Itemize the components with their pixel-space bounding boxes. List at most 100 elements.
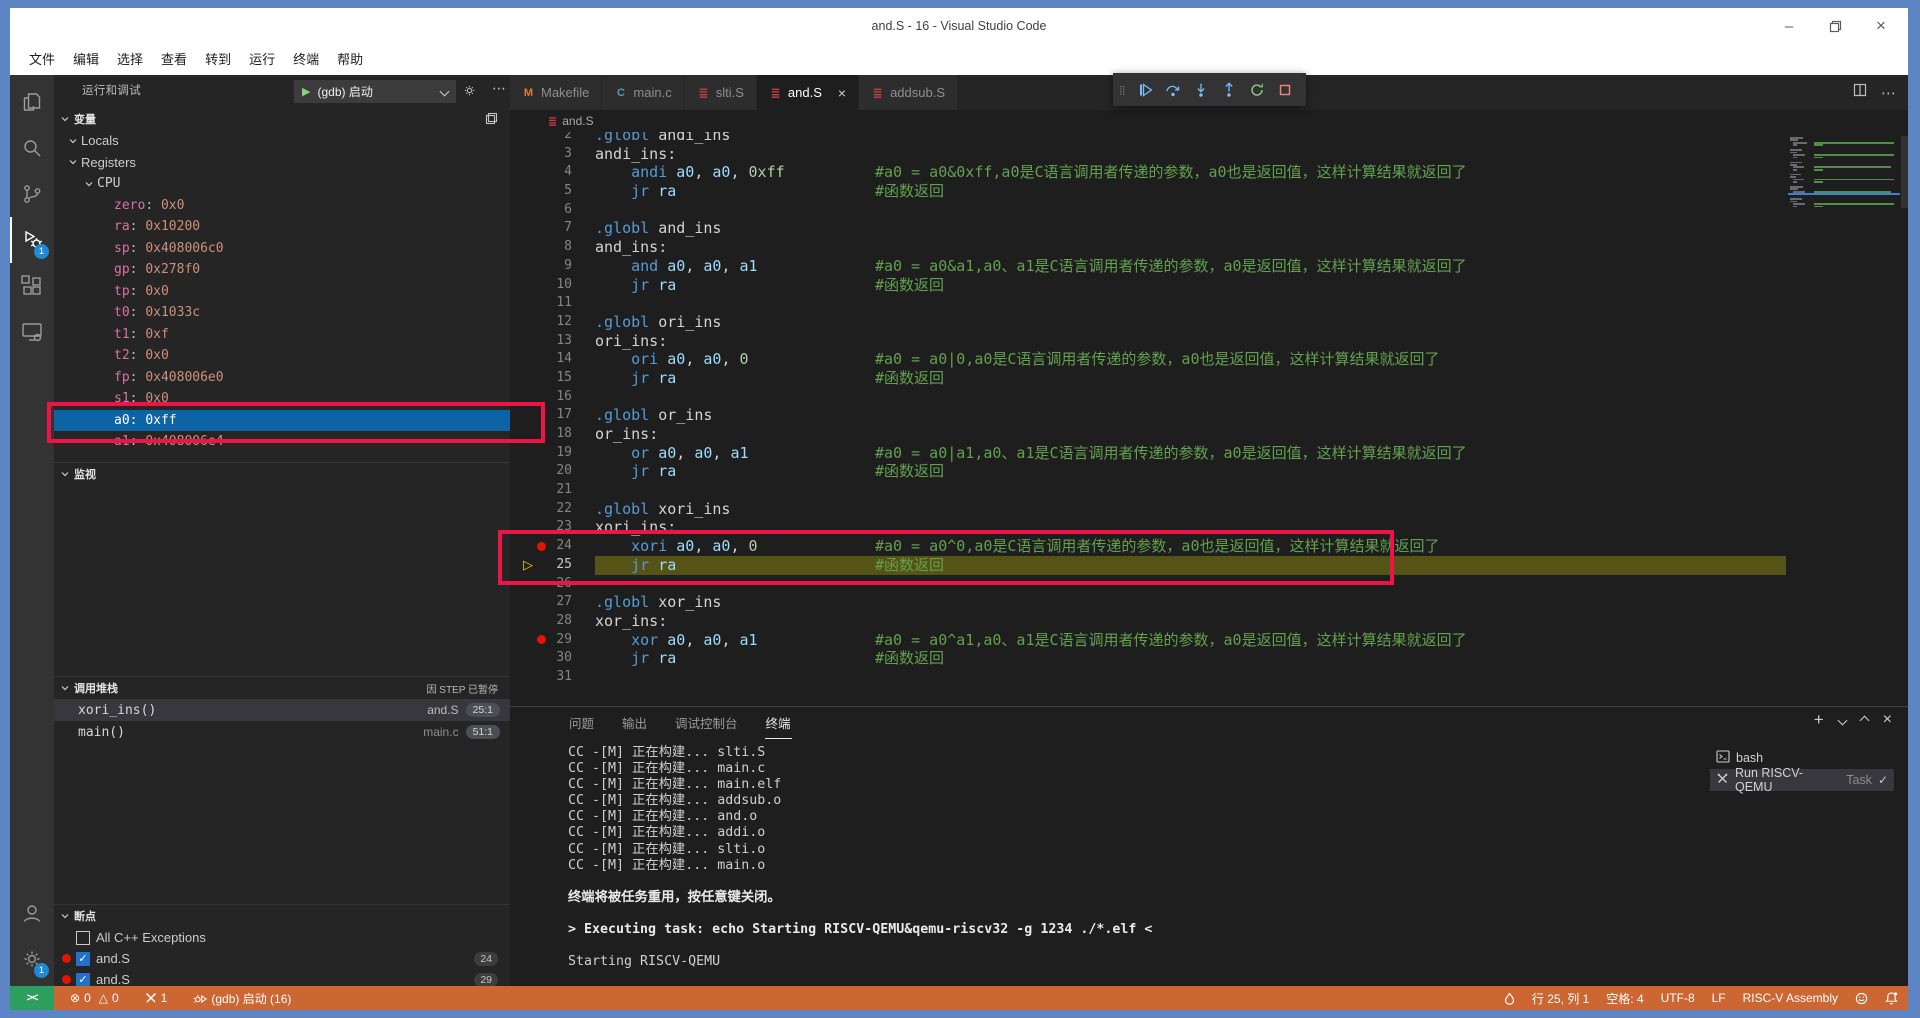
- variables-section-header[interactable]: 变量: [54, 108, 510, 130]
- run-and-debug-icon[interactable]: 1: [10, 217, 54, 263]
- gutter-space[interactable]: [532, 500, 550, 519]
- code-line-9[interactable]: 9 and a0, a0, a1#a0 = a0&a1,a0、a1是C语言调用者…: [510, 257, 1908, 276]
- register-ra[interactable]: ra: 0x10200: [54, 216, 510, 238]
- code-line-22[interactable]: 22.globl xori_ins: [510, 500, 1908, 519]
- code-line-2[interactable]: 2.globl andi_ins: [510, 132, 1908, 145]
- register-a0[interactable]: a0: 0xff: [54, 410, 510, 432]
- menu-item-查看[interactable]: 查看: [152, 44, 196, 75]
- gutter-space[interactable]: [532, 350, 550, 369]
- breakpoint-item-2[interactable]: ✓and.S29: [54, 969, 510, 986]
- start-debug-icon[interactable]: ▶: [302, 85, 310, 98]
- feedback-icon[interactable]: [1855, 992, 1868, 1005]
- gutter-space[interactable]: [532, 294, 550, 313]
- watch-section-header[interactable]: 监视: [54, 462, 510, 485]
- code-line-14[interactable]: 14 ori a0, a0, 0#a0 = a0|0,a0是C语言调用者传递的参…: [510, 350, 1908, 369]
- code-line-5[interactable]: 5 jr ra#函数返回: [510, 182, 1908, 201]
- code-line-19[interactable]: 19 or a0, a0, a1#a0 = a0|a1,a0、a1是C语言调用者…: [510, 444, 1908, 463]
- breakpoints-section-header[interactable]: 断点: [54, 904, 510, 927]
- step-into-button[interactable]: [1189, 77, 1213, 103]
- restore-button[interactable]: [1812, 8, 1858, 44]
- register-tp[interactable]: tp: 0x0: [54, 281, 510, 303]
- stack-frame-xori_ins()[interactable]: xori_ins()and.S25:1: [54, 699, 510, 721]
- new-terminal-icon[interactable]: +: [1814, 714, 1824, 726]
- breadcrumb[interactable]: ≣ and.S: [510, 110, 1908, 132]
- account-icon[interactable]: [10, 890, 54, 936]
- register-sp[interactable]: sp: 0x408006c0: [54, 238, 510, 260]
- panel-tab-终端[interactable]: 终端: [765, 707, 792, 739]
- debug-config-dropdown[interactable]: ▶ (gdb) 启动: [294, 80, 456, 103]
- code-line-4[interactable]: 4 andi a0, a0, 0xff#a0 = a0&0xff,a0是C语言调…: [510, 163, 1908, 182]
- tree-item-cpu[interactable]: CPU: [54, 173, 510, 195]
- code-editor[interactable]: 2.globl andi_ins3andi_ins:4 andi a0, a0,…: [510, 132, 1908, 706]
- debug-settings-gear-icon[interactable]: [462, 83, 477, 103]
- gutter-space[interactable]: [532, 575, 550, 594]
- breakpoint-gutter-dot[interactable]: [532, 631, 550, 650]
- panel-tab-输出[interactable]: 输出: [621, 707, 648, 738]
- breakpoint-item-1[interactable]: ✓and.S24: [54, 948, 510, 969]
- gutter-space[interactable]: [532, 668, 550, 687]
- editor-scrollbar[interactable]: [1901, 136, 1908, 208]
- encoding[interactable]: UTF-8: [1661, 991, 1695, 1005]
- code-line-21[interactable]: 21: [510, 481, 1908, 500]
- register-gp[interactable]: gp: 0x278f0: [54, 259, 510, 281]
- gutter-space[interactable]: [532, 132, 550, 145]
- tasks-status[interactable]: 1: [145, 991, 168, 1005]
- breakpoint-gutter-dot[interactable]: [532, 537, 550, 556]
- code-line-16[interactable]: 16: [510, 388, 1908, 407]
- call-stack-section-header[interactable]: 调用堆栈 因 STEP 已暂停: [54, 676, 510, 699]
- menu-item-文件[interactable]: 文件: [20, 44, 64, 75]
- continue-button[interactable]: [1133, 77, 1157, 103]
- language-mode[interactable]: RISC-V Assembly: [1743, 991, 1838, 1005]
- gutter-space[interactable]: [532, 163, 550, 182]
- code-line-11[interactable]: 11: [510, 294, 1908, 313]
- extensions-icon[interactable]: [10, 263, 54, 309]
- code-line-28[interactable]: 28xor_ins:: [510, 612, 1908, 631]
- gutter-space[interactable]: [532, 369, 550, 388]
- tab-Makefile[interactable]: MMakefile: [510, 75, 602, 110]
- maximize-panel-icon[interactable]: [1859, 715, 1869, 725]
- register-t2[interactable]: t2: 0x0: [54, 345, 510, 367]
- code-line-13[interactable]: 13ori_ins:: [510, 332, 1908, 351]
- tab-addsub.S[interactable]: ≣addsub.S: [859, 75, 958, 110]
- cursor-position[interactable]: 行 25, 列 1: [1532, 990, 1589, 1007]
- search-icon[interactable]: [10, 125, 54, 171]
- restart-button[interactable]: [1245, 77, 1269, 103]
- gutter-space[interactable]: [532, 425, 550, 444]
- code-line-31[interactable]: 31: [510, 668, 1908, 687]
- gutter-space[interactable]: [532, 332, 550, 351]
- register-t0[interactable]: t0: 0x1033c: [54, 302, 510, 324]
- debug-session-status[interactable]: (gdb) 启动 (16): [193, 990, 291, 1007]
- gutter-space[interactable]: [532, 257, 550, 276]
- gutter-space[interactable]: [532, 201, 550, 220]
- stop-button[interactable]: [1273, 77, 1297, 103]
- gutter-space[interactable]: [532, 481, 550, 500]
- gutter-space[interactable]: [532, 238, 550, 257]
- menu-item-帮助[interactable]: 帮助: [328, 44, 372, 75]
- register-t1[interactable]: t1: 0xf: [54, 324, 510, 346]
- gutter-space[interactable]: [532, 219, 550, 238]
- tab-main.c[interactable]: Cmain.c: [602, 75, 684, 110]
- indentation[interactable]: 空格: 4: [1606, 990, 1643, 1007]
- gutter-space[interactable]: [532, 406, 550, 425]
- remote-indicator[interactable]: ><: [10, 986, 54, 1010]
- close-tab-icon[interactable]: ×: [838, 85, 846, 101]
- gutter-space[interactable]: [532, 649, 550, 668]
- menu-item-选择[interactable]: 选择: [108, 44, 152, 75]
- code-line-17[interactable]: 17.globl or_ins: [510, 406, 1908, 425]
- code-line-26[interactable]: 26: [510, 575, 1908, 594]
- panel-tab-问题[interactable]: 问题: [568, 707, 595, 738]
- code-line-3[interactable]: 3andi_ins:: [510, 145, 1908, 164]
- gutter-space[interactable]: [532, 462, 550, 481]
- gutter-space[interactable]: [532, 444, 550, 463]
- eol-sequence[interactable]: LF: [1712, 991, 1726, 1005]
- panel-layout-icon[interactable]: [485, 112, 498, 128]
- gutter-space[interactable]: [532, 612, 550, 631]
- close-panel-icon[interactable]: ×: [1883, 714, 1892, 726]
- step-over-button[interactable]: [1161, 77, 1185, 103]
- menu-item-转到[interactable]: 转到: [196, 44, 240, 75]
- problems-status[interactable]: ⊗ 0 △ 0: [70, 991, 119, 1005]
- stack-frame-main()[interactable]: main()main.c51:1: [54, 721, 510, 743]
- remote-explorer-icon[interactable]: [10, 309, 54, 355]
- breakpoint-checkbox[interactable]: [76, 931, 90, 945]
- toolbar-drag-handle[interactable]: ⣿: [1119, 88, 1127, 92]
